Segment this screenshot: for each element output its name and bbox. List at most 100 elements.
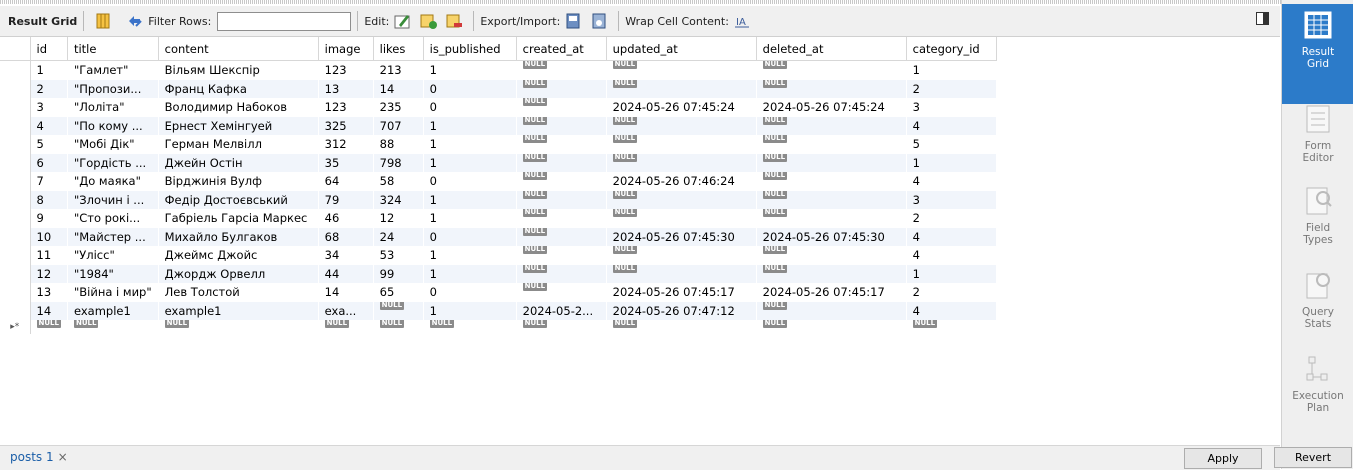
- cell-id[interactable]: 9: [30, 209, 68, 228]
- table-row[interactable]: 1 "Гамлет" Вільям Шекспір 123 213 1 NULL NULL NU…: [0, 60, 997, 80]
- table-row[interactable]: 3 "Лоліта" Володимир Набоков 123 235 0 NULL 202…: [0, 98, 997, 117]
- cell-likes[interactable]: 65: [373, 283, 424, 302]
- cell-is-published[interactable]: 0: [423, 283, 517, 302]
- cell-created-at[interactable]: NULL: [516, 172, 607, 191]
- column-header-title[interactable]: title: [67, 37, 159, 61]
- cell-category-id[interactable]: 1: [906, 153, 997, 172]
- cell-deleted-at[interactable]: NULL: [756, 153, 907, 172]
- cell-is-published[interactable]: 0: [423, 98, 517, 117]
- import-icon[interactable]: [590, 12, 608, 30]
- edit-cell-icon[interactable]: [393, 12, 411, 30]
- cell-is-published[interactable]: 1: [423, 60, 517, 80]
- cell-category-id[interactable]: 2: [906, 283, 997, 302]
- cell-is-published[interactable]: 0: [423, 172, 517, 191]
- cell-deleted-at[interactable]: NULL: [756, 209, 907, 228]
- cell-created-at[interactable]: NULL: [516, 116, 607, 135]
- cell-is-published[interactable]: 1: [423, 153, 517, 172]
- cell-created-at[interactable]: NULL: [516, 283, 607, 302]
- cell-image[interactable]: 46: [318, 209, 374, 228]
- side-result-grid[interactable]: Result Grid: [1282, 4, 1353, 104]
- table-row[interactable]: 11 "Улісс" Джеймс Джойс 34 53 1 NULL NULL NULL 4: [0, 246, 997, 265]
- cell-content[interactable]: Джордж Орвелл: [158, 264, 319, 283]
- cell-created-at[interactable]: NULL: [516, 209, 607, 228]
- cell-category-id[interactable]: 4: [906, 116, 997, 135]
- add-row-icon[interactable]: [419, 12, 438, 30]
- side-form-editor[interactable]: Form Editor: [1282, 104, 1353, 164]
- table-row[interactable]: 8 "Злочин і ... Федір Достоєвський 79 324 1 NU…: [0, 190, 997, 209]
- row-selector[interactable]: [0, 301, 31, 320]
- apply-button[interactable]: Apply: [1184, 448, 1262, 469]
- cell-category-id[interactable]: 5: [906, 135, 997, 154]
- row-selector[interactable]: [0, 283, 31, 302]
- cell-likes[interactable]: 12: [373, 209, 424, 228]
- export-icon[interactable]: [564, 12, 582, 30]
- cell-created-at[interactable]: NULL: [516, 98, 607, 117]
- filter-rows-input[interactable]: [217, 11, 352, 31]
- cell-content[interactable]: Джейн Остін: [158, 153, 319, 172]
- grid-view-icon[interactable]: [94, 12, 112, 30]
- cell-deleted-at[interactable]: 2024-05-26 07:45:30: [756, 227, 907, 246]
- cell-updated-at[interactable]: NULL: [606, 135, 757, 154]
- row-selector[interactable]: [0, 227, 31, 246]
- cell-id[interactable]: 12: [30, 264, 68, 283]
- cell-updated-at[interactable]: NULL: [606, 246, 757, 265]
- cell-deleted-at[interactable]: NULL: [756, 301, 907, 320]
- row-selector[interactable]: [0, 98, 31, 117]
- cell-id[interactable]: 11: [30, 246, 68, 265]
- cell-image[interactable]: 44: [318, 264, 374, 283]
- cell-created-at[interactable]: NULL: [516, 246, 607, 265]
- row-selector[interactable]: [0, 264, 31, 283]
- row-selector[interactable]: [0, 246, 31, 265]
- row-selector[interactable]: [0, 60, 31, 80]
- new-cell-is-published[interactable]: NULL: [423, 320, 517, 334]
- cell-id[interactable]: 1: [30, 60, 68, 80]
- cell-is-published[interactable]: 1: [423, 246, 517, 265]
- cell-title[interactable]: "Гордість ...: [67, 153, 159, 172]
- row-selector[interactable]: [0, 135, 31, 154]
- cell-id[interactable]: 13: [30, 283, 68, 302]
- cell-id[interactable]: 4: [30, 116, 68, 135]
- cell-created-at[interactable]: NULL: [516, 227, 607, 246]
- close-tab-icon[interactable]: ×: [58, 450, 68, 464]
- cell-title[interactable]: "По кому ...: [67, 116, 159, 135]
- column-header-id[interactable]: id: [30, 37, 68, 61]
- cell-content[interactable]: Лев Толстой: [158, 283, 319, 302]
- table-row[interactable]: 5 "Мобі Дік" Герман Мелвілл 312 88 1 NULL NULL N…: [0, 135, 997, 154]
- cell-deleted-at[interactable]: 2024-05-26 07:45:17: [756, 283, 907, 302]
- cell-likes[interactable]: 798: [373, 153, 424, 172]
- cell-title[interactable]: "До маяка": [67, 172, 159, 191]
- column-header-content[interactable]: content: [158, 37, 319, 61]
- cell-likes[interactable]: NULL: [373, 301, 424, 320]
- cell-deleted-at[interactable]: 2024-05-26 07:45:24: [756, 98, 907, 117]
- cell-title[interactable]: example1: [67, 301, 159, 320]
- cell-category-id[interactable]: 4: [906, 246, 997, 265]
- cell-category-id[interactable]: 4: [906, 301, 997, 320]
- row-selector[interactable]: [0, 190, 31, 209]
- cell-is-published[interactable]: 1: [423, 135, 517, 154]
- cell-title[interactable]: "Улісс": [67, 246, 159, 265]
- cell-category-id[interactable]: 2: [906, 209, 997, 228]
- cell-created-at[interactable]: NULL: [516, 79, 607, 98]
- cell-created-at[interactable]: NULL: [516, 60, 607, 80]
- side-field-types[interactable]: Field Types: [1282, 186, 1353, 246]
- cell-updated-at[interactable]: 2024-05-26 07:47:12: [606, 301, 757, 320]
- new-cell-likes[interactable]: NULL: [373, 320, 424, 334]
- row-selector[interactable]: [0, 116, 31, 135]
- cell-content[interactable]: Вірджинія Вулф: [158, 172, 319, 191]
- cell-deleted-at[interactable]: NULL: [756, 172, 907, 191]
- cell-updated-at[interactable]: NULL: [606, 190, 757, 209]
- cell-is-published[interactable]: 1: [423, 190, 517, 209]
- row-selector[interactable]: [0, 153, 31, 172]
- cell-id[interactable]: 7: [30, 172, 68, 191]
- table-row[interactable]: 7 "До маяка" Вірджинія Вулф 64 58 0 NULL 2024-0…: [0, 172, 997, 191]
- cell-id[interactable]: 3: [30, 98, 68, 117]
- new-cell-title[interactable]: NULL: [67, 320, 159, 334]
- cell-updated-at[interactable]: NULL: [606, 60, 757, 80]
- cell-content[interactable]: example1: [158, 301, 319, 320]
- cell-is-published[interactable]: 0: [423, 79, 517, 98]
- cell-id[interactable]: 8: [30, 190, 68, 209]
- row-selector[interactable]: [0, 79, 31, 98]
- cell-updated-at[interactable]: 2024-05-26 07:45:17: [606, 283, 757, 302]
- cell-is-published[interactable]: 1: [423, 264, 517, 283]
- cell-category-id[interactable]: 4: [906, 172, 997, 191]
